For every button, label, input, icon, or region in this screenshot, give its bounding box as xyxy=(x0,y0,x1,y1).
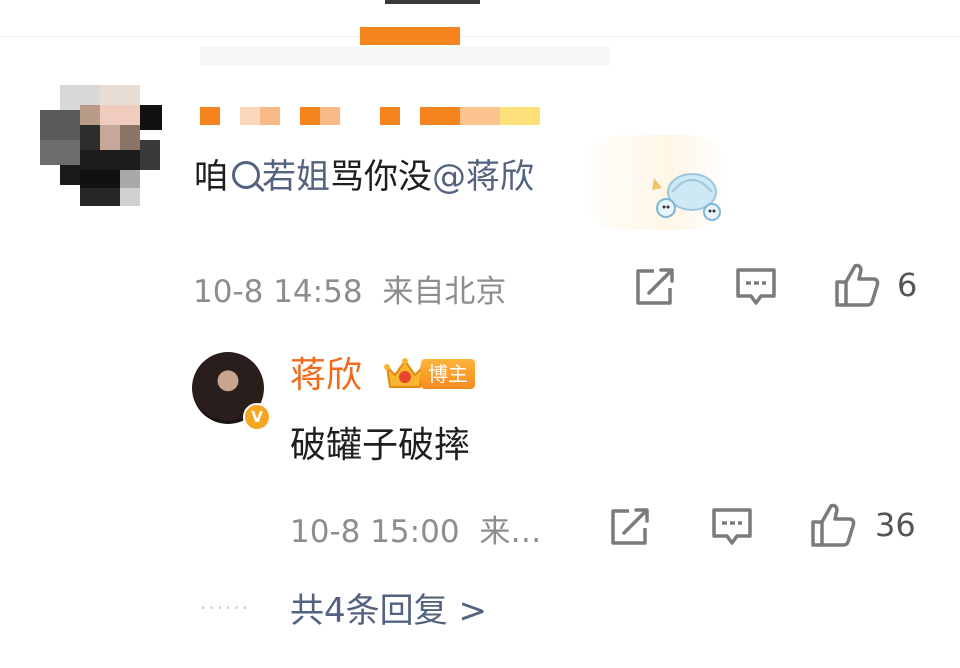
like-button[interactable] xyxy=(833,262,881,308)
like-icon xyxy=(811,503,856,547)
redacted-header-strip xyxy=(200,47,610,65)
blogger-badge: 博主 xyxy=(383,355,479,395)
thread-dots: ······ xyxy=(200,596,251,620)
reply-meta: 10-8 15:00 来… xyxy=(290,506,541,551)
comment-timestamp: 10-8 14:58 xyxy=(193,274,363,310)
verified-badge: V xyxy=(243,403,271,431)
comment-middle: 骂你没 xyxy=(330,157,432,197)
redacted-header-label xyxy=(360,27,460,45)
reply-comment-button[interactable] xyxy=(711,506,753,548)
keyword-search-link[interactable]: 若姐 xyxy=(228,157,330,197)
share-icon xyxy=(636,268,674,305)
like-icon xyxy=(835,263,880,307)
comment-meta: 10-8 14:58 来自北京 xyxy=(193,266,506,311)
blogger-badge-label: 博主 xyxy=(421,359,475,389)
comment-button[interactable] xyxy=(735,266,777,308)
reply-text: 破罐子破摔 xyxy=(290,425,471,466)
comment-text: 咱若姐骂你没@蒋欣 xyxy=(194,152,534,202)
reply-timestamp: 10-8 15:00 xyxy=(290,514,460,550)
comment-icon xyxy=(712,508,752,545)
reply-location: 来… xyxy=(479,514,542,550)
like-count: 6 xyxy=(897,266,918,304)
reply-author-name[interactable]: 蒋欣 xyxy=(290,352,362,400)
reply-share-button[interactable] xyxy=(609,506,651,546)
redacted-header-bar xyxy=(385,0,480,4)
comment-location: 来自北京 xyxy=(382,274,507,310)
bubble-sticker-icon xyxy=(648,168,732,232)
divider xyxy=(0,36,960,37)
view-more-replies-link[interactable]: 共4条回复 > xyxy=(290,588,487,634)
comment-prefix: 咱 xyxy=(194,157,228,197)
reply-like-count: 36 xyxy=(875,506,916,544)
share-icon xyxy=(611,508,649,545)
keyword-search-label: 若姐 xyxy=(262,157,330,197)
share-button[interactable] xyxy=(634,266,676,306)
mention-link[interactable]: @蒋欣 xyxy=(432,157,534,197)
search-icon xyxy=(232,161,260,189)
reply-like-button[interactable] xyxy=(809,502,857,548)
comment-icon xyxy=(736,268,776,305)
